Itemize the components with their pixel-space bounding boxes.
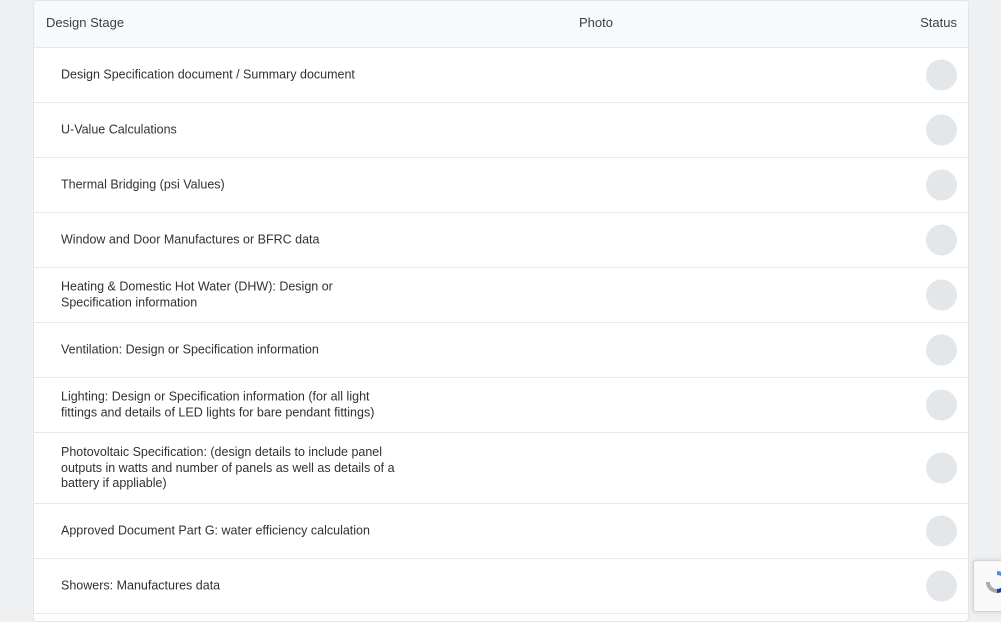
row-label: Heating & Domestic Hot Water (DHW): Desi… (61, 279, 333, 310)
design-stage-table: Design Stage Photo Status Design Specifi… (33, 0, 969, 622)
table-row: Photovoltaic Specification: (design deta… (34, 433, 968, 504)
table-row: Design Specification document / Summary … (34, 48, 968, 103)
status-circle-icon[interactable] (926, 169, 957, 201)
table-row: Approved Document Part G: water efficien… (34, 504, 968, 559)
status-circle-icon[interactable] (926, 452, 957, 484)
row-label: Lighting: Design or Specification inform… (61, 389, 375, 420)
table-row: Heating & Domestic Hot Water (DHW): Desi… (34, 268, 968, 323)
row-label: Ventilation: Design or Specification inf… (61, 342, 319, 357)
status-circle-icon[interactable] (926, 279, 957, 311)
table-row: Showers: Manufactures data (34, 559, 968, 614)
status-circle-icon[interactable] (926, 334, 957, 366)
header-status: Status (920, 15, 957, 30)
status-circle-icon[interactable] (926, 570, 957, 602)
header-design-stage: Design Stage (46, 15, 125, 30)
row-label: Design Specification document / Summary … (61, 67, 355, 82)
table-header: Design Stage Photo Status (34, 1, 968, 48)
table-row: Ventilation: Design or Specification inf… (34, 323, 968, 378)
table-row: Thermal Bridging (psi Values) (34, 158, 968, 213)
row-label: Showers: Manufactures data (61, 578, 221, 593)
recaptcha-icon (986, 571, 1001, 593)
row-label: U-Value Calculations (61, 122, 177, 137)
status-circle-icon[interactable] (926, 515, 957, 547)
status-circle-icon[interactable] (926, 389, 957, 421)
row-label: Window and Door Manufactures or BFRC dat… (61, 232, 320, 247)
table-row: Lighting: Design or Specification inform… (34, 378, 968, 433)
table-row: U-Value Calculations (34, 103, 968, 158)
table-row: Window and Door Manufactures or BFRC dat… (34, 213, 968, 268)
status-circle-icon[interactable] (926, 59, 957, 91)
header-photo: Photo (579, 15, 613, 30)
status-circle-icon[interactable] (926, 224, 957, 256)
row-label: Photovoltaic Specification: (design deta… (61, 444, 395, 490)
status-circle-icon[interactable] (926, 114, 957, 146)
recaptcha-badge[interactable] (973, 560, 1001, 612)
row-label: Thermal Bridging (psi Values) (61, 177, 225, 192)
row-label: Approved Document Part G: water efficien… (61, 523, 370, 538)
